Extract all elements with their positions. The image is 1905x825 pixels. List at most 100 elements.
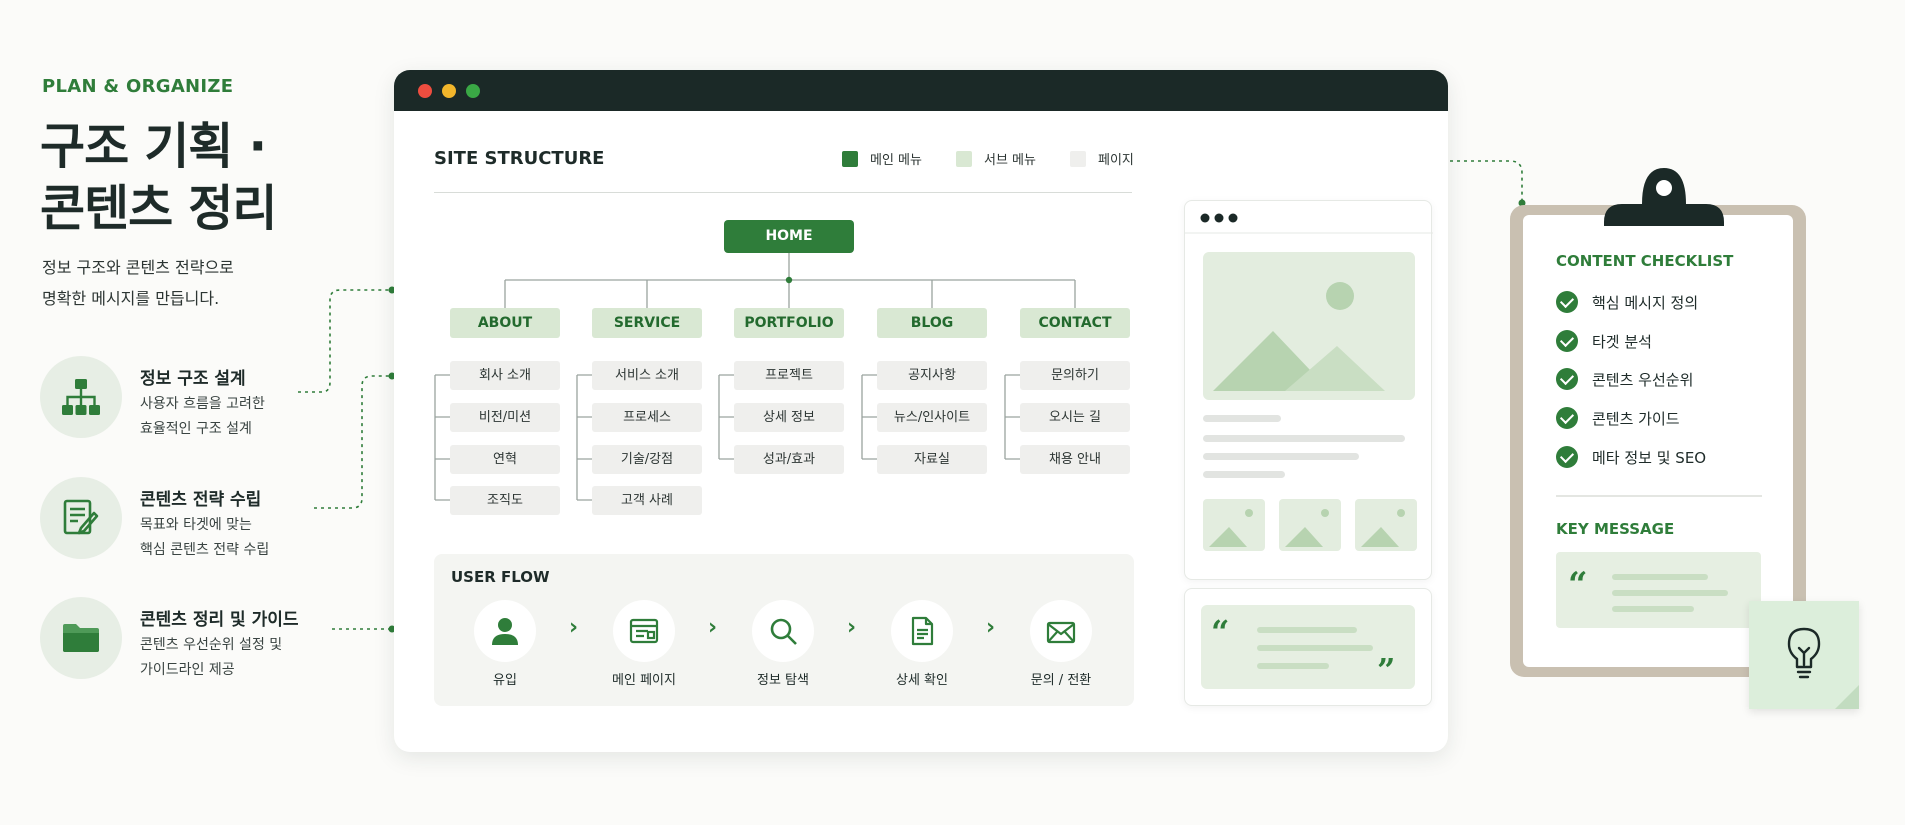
feature-item: 정보 구조 설계 사용자 흐름을 고려한 효율적인 구조 설계 bbox=[40, 356, 340, 446]
feature-desc-line: 콘텐츠 우선순위 설정 및 bbox=[140, 637, 283, 653]
tree-menu-portfolio[interactable]: PORTFOLIO bbox=[734, 308, 844, 338]
feature-desc-line: 목표와 타겟에 맞는 bbox=[140, 517, 252, 533]
folder-icon bbox=[63, 624, 99, 652]
flow-step-label: 메인 페이지 bbox=[612, 673, 676, 688]
chevron-right-icon: › bbox=[847, 615, 857, 640]
checklist-item-label: 핵심 메시지 정의 bbox=[1592, 294, 1699, 312]
eyebrow-label: PLAN & ORGANIZE bbox=[42, 76, 234, 97]
feature-desc-line: 가이드라인 제공 bbox=[140, 662, 235, 678]
user-icon bbox=[492, 618, 518, 645]
svg-text:”: ” bbox=[1377, 651, 1395, 689]
checklist-divider bbox=[1556, 495, 1762, 497]
check-circle-icon bbox=[1556, 407, 1578, 429]
search-icon bbox=[770, 618, 797, 645]
tree-page[interactable]: 성과/효과 bbox=[734, 445, 844, 474]
tree-page[interactable]: 프로세스 bbox=[592, 403, 702, 432]
clipboard-clip-icon bbox=[1604, 168, 1724, 226]
flow-step-icon bbox=[891, 600, 953, 662]
feature-title: 콘텐츠 정리 및 가이드 bbox=[140, 610, 299, 630]
tree-page[interactable]: 상세 정보 bbox=[734, 403, 844, 432]
chevron-right-icon: › bbox=[569, 615, 579, 640]
checklist-item[interactable]: 콘텐츠 우선순위 bbox=[1556, 368, 1693, 392]
flow-step-label: 문의 / 전환 bbox=[1030, 673, 1092, 688]
flow-step-icon bbox=[752, 600, 814, 662]
tree-menu-contact[interactable]: CONTACT bbox=[1020, 308, 1130, 338]
feature-item: 콘텐츠 전략 수립 목표와 타겟에 맞는 핵심 콘텐츠 전략 수립 bbox=[40, 477, 340, 567]
checklist-item-label: 타겟 분석 bbox=[1592, 333, 1652, 351]
wireframe-preview bbox=[1185, 213, 1433, 551]
document-edit-icon bbox=[63, 499, 99, 535]
feature-desc-line: 사용자 흐름을 고려한 bbox=[140, 396, 265, 412]
tree-page[interactable]: 프로젝트 bbox=[734, 361, 844, 390]
quote-preview: “ ” bbox=[1201, 605, 1415, 689]
checklist-item[interactable]: 타겟 분석 bbox=[1556, 330, 1652, 354]
lightbulb-icon bbox=[1787, 627, 1859, 709]
tree-menu-service[interactable]: SERVICE bbox=[592, 308, 702, 338]
tree-page[interactable]: 오시는 길 bbox=[1020, 403, 1130, 432]
checklist-item-label: 콘텐츠 우선순위 bbox=[1592, 371, 1694, 389]
tree-page[interactable]: 연혁 bbox=[450, 445, 560, 474]
feature-item: 콘텐츠 정리 및 가이드 콘텐츠 우선순위 설정 및 가이드라인 제공 bbox=[40, 597, 340, 687]
title-line-1: 구조 기획 · bbox=[40, 118, 267, 175]
feature-title: 정보 구조 설계 bbox=[140, 369, 246, 389]
quote-card: “ ” bbox=[1184, 588, 1432, 706]
check-circle-icon bbox=[1556, 446, 1578, 468]
tree-page[interactable]: 문의하기 bbox=[1020, 361, 1130, 390]
tree-page[interactable]: 비전/미션 bbox=[450, 403, 560, 432]
intro-text: 정보 구조와 콘텐츠 전략으로 명확한 메시지를 만듭니다. bbox=[42, 252, 234, 314]
quote-icon: “ bbox=[1568, 565, 1728, 612]
feature-title: 콘텐츠 전략 수립 bbox=[140, 490, 262, 510]
wireframe-card bbox=[1184, 200, 1433, 580]
layout-icon bbox=[629, 618, 659, 644]
checklist-title: CONTENT CHECKLIST bbox=[1556, 252, 1734, 270]
tree-menu-about[interactable]: ABOUT bbox=[450, 308, 560, 338]
tree-page[interactable]: 회사 소개 bbox=[450, 361, 560, 390]
page-title: 구조 기획 · 콘텐츠 정리 bbox=[40, 116, 277, 240]
tree-page[interactable]: 자료실 bbox=[877, 445, 987, 474]
feature-desc-line: 효율적인 구조 설계 bbox=[140, 421, 252, 437]
flow-step-label: 유입 bbox=[493, 673, 517, 688]
tree-page[interactable]: 뉴스/인사이트 bbox=[877, 403, 987, 432]
flow-step-label: 정보 탐색 bbox=[757, 673, 809, 688]
tree-page[interactable]: 공지사항 bbox=[877, 361, 987, 390]
sitemap-icon bbox=[62, 379, 100, 415]
sticky-note bbox=[1749, 601, 1859, 709]
browser-window: SITE STRUCTURE 메인 메뉴 서브 메뉴 페이지 HOME ABOU… bbox=[394, 70, 1448, 752]
tree-menu-blog[interactable]: BLOG bbox=[877, 308, 987, 338]
chevron-right-icon: › bbox=[708, 615, 718, 640]
tree-page[interactable]: 기술/강점 bbox=[592, 445, 702, 474]
checklist-item[interactable]: 콘텐츠 가이드 bbox=[1556, 407, 1680, 431]
intro-line-2: 명확한 메시지를 만듭니다. bbox=[42, 289, 220, 308]
tree-page[interactable]: 서비스 소개 bbox=[592, 361, 702, 390]
flow-step-icon bbox=[474, 600, 536, 662]
feature-icon-circle bbox=[40, 597, 122, 679]
flow-step-icon bbox=[1030, 600, 1092, 662]
intro-line-1: 정보 구조와 콘텐츠 전략으로 bbox=[42, 258, 234, 277]
flow-step-label: 상세 확인 bbox=[896, 673, 948, 688]
title-line-2: 콘텐츠 정리 bbox=[40, 180, 277, 237]
feature-desc: 콘텐츠 우선순위 설정 및 가이드라인 제공 bbox=[140, 633, 282, 683]
checklist-item-label: 메타 정보 및 SEO bbox=[1592, 449, 1707, 467]
tree-page[interactable]: 조직도 bbox=[450, 486, 560, 515]
key-message-box: “ bbox=[1556, 552, 1761, 628]
svg-text:“: “ bbox=[1211, 613, 1229, 651]
tree-page[interactable]: 채용 안내 bbox=[1020, 445, 1130, 474]
svg-text:“: “ bbox=[1568, 565, 1588, 605]
user-flow-title: USER FLOW bbox=[451, 568, 550, 586]
checklist-item-label: 콘텐츠 가이드 bbox=[1592, 410, 1680, 428]
feature-desc-line: 핵심 콘텐츠 전략 수립 bbox=[140, 542, 270, 558]
checklist-item[interactable]: 메타 정보 및 SEO bbox=[1556, 446, 1706, 470]
flow-step-icon bbox=[613, 600, 675, 662]
check-circle-icon bbox=[1556, 291, 1578, 313]
document-icon bbox=[911, 616, 934, 646]
checklist-item[interactable]: 핵심 메시지 정의 bbox=[1556, 291, 1698, 315]
feature-desc: 사용자 흐름을 고려한 효율적인 구조 설계 bbox=[140, 392, 265, 442]
tree-page[interactable]: 고객 사례 bbox=[592, 486, 702, 515]
chevron-right-icon: › bbox=[986, 615, 996, 640]
feature-icon-circle bbox=[40, 477, 122, 559]
feature-desc: 목표와 타겟에 맞는 핵심 콘텐츠 전략 수립 bbox=[140, 513, 269, 563]
tree-node-home[interactable]: HOME bbox=[724, 220, 854, 253]
key-message-title: KEY MESSAGE bbox=[1556, 520, 1675, 538]
check-circle-icon bbox=[1556, 330, 1578, 352]
feature-icon-circle bbox=[40, 356, 122, 438]
